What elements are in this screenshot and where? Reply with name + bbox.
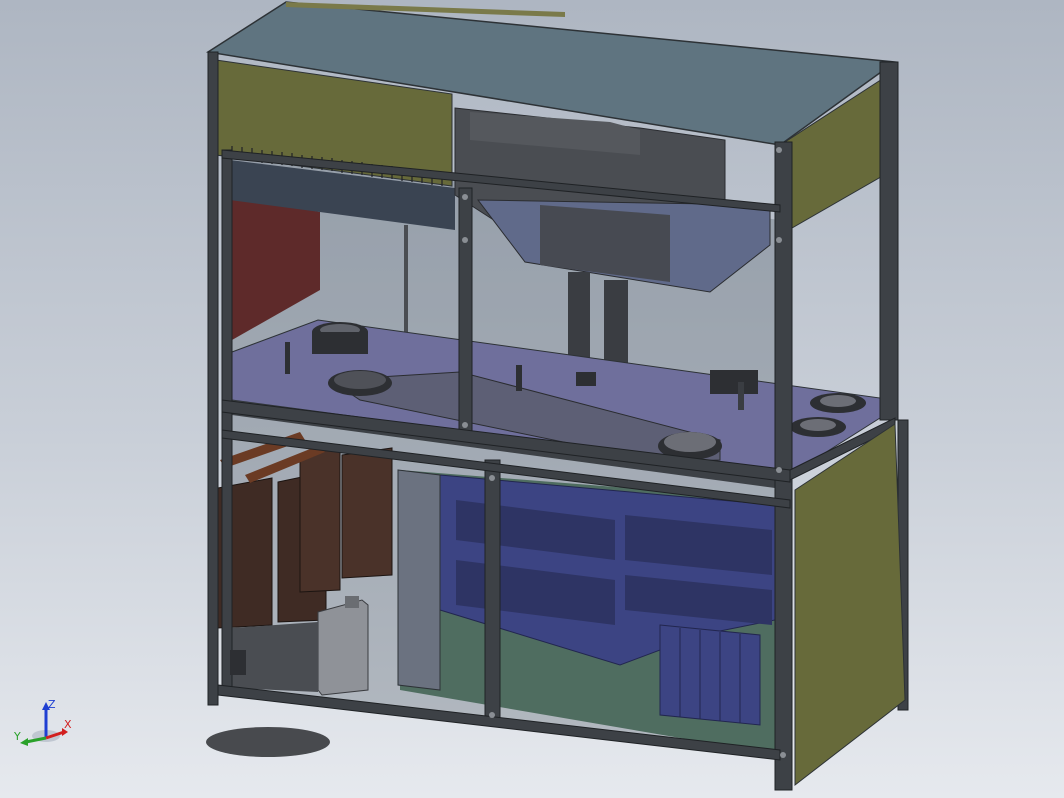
z-axis-label: Z: [48, 698, 56, 711]
deck-post-2: [285, 342, 290, 374]
mount-plate: [397, 469, 441, 691]
guide-rod: [404, 225, 408, 340]
right-lower-panel: [794, 423, 906, 787]
machine-model[interactable]: [0, 0, 1064, 798]
reagent-bottle: [317, 596, 369, 696]
cup-holder-right-2: [790, 417, 846, 437]
lower-left-bracket: [230, 650, 246, 675]
cup-holder-top: [312, 322, 368, 354]
orientation-triad[interactable]: Z X Y: [14, 698, 76, 754]
deck-post-1: [516, 365, 522, 391]
y-axis-label: Y: [14, 730, 21, 743]
storage-bay: [659, 624, 761, 726]
y-axis-head: [20, 738, 28, 746]
3d-viewport[interactable]: Z X Y: [0, 0, 1064, 798]
deck-mount: [576, 372, 596, 386]
ground-shadow: [206, 727, 330, 757]
cup-holder-right-1: [810, 393, 866, 413]
turntable-gear-left: [328, 370, 392, 396]
dispenser-column: [568, 272, 590, 362]
x-axis-label: X: [64, 718, 72, 731]
